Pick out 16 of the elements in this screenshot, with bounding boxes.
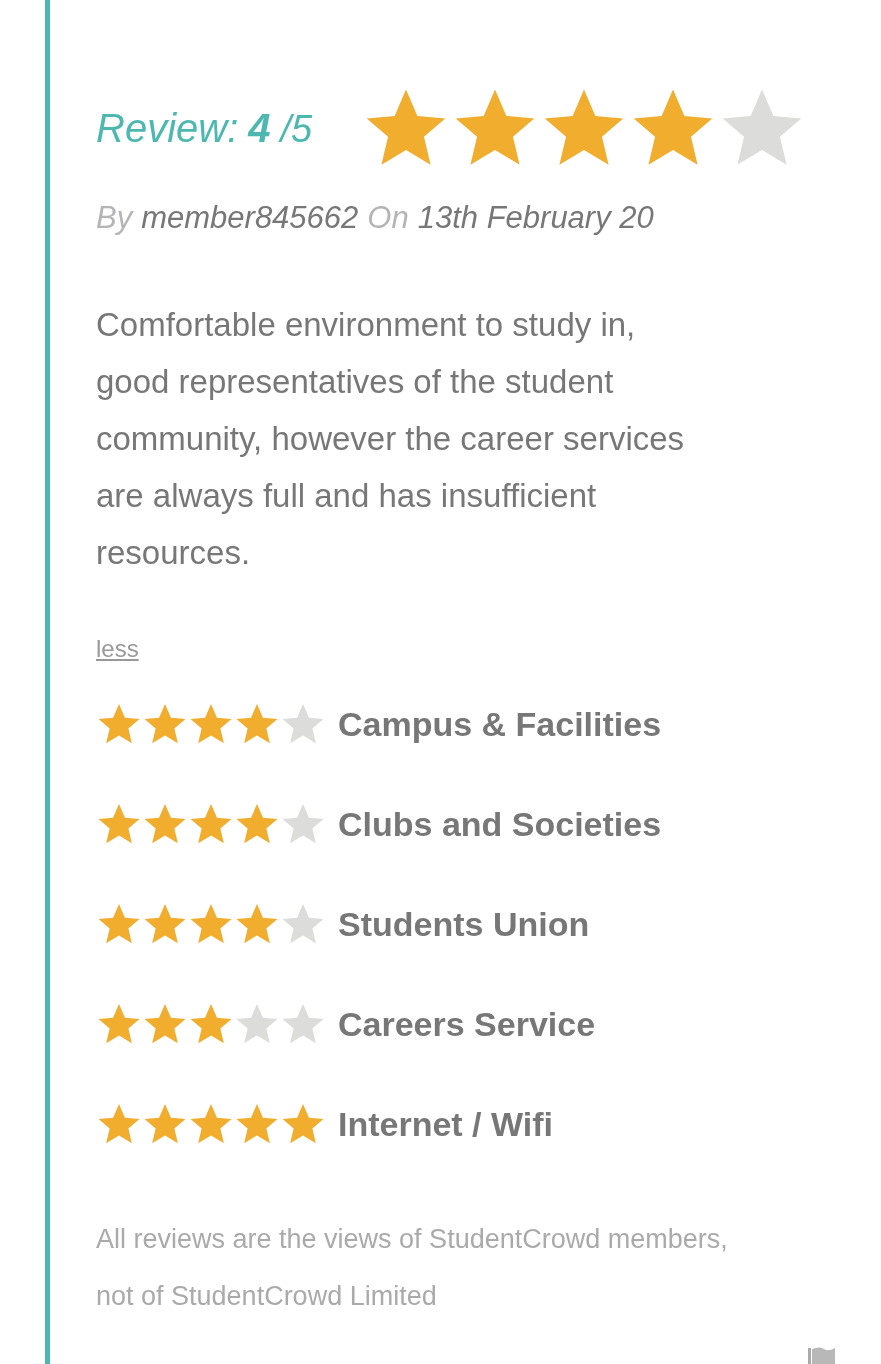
rating-category: Internet / Wifi [338,1104,554,1144]
on-label: On [367,200,409,236]
flag-icon[interactable] [808,1346,836,1364]
rating-category: Careers Service [338,1004,596,1044]
review-text: Comfortable environment to study in, good representatives of the student community, however the career services are always full and has insufficient resources. [96,305,686,573]
disclaimer: All reviews are the views of StudentCrowd members, not of StudentCrowd Limited [96,1223,729,1313]
rating-category: Students Union [338,904,590,944]
review-out-of: /5 [280,107,313,151]
rating-category: Campus & Facilities [338,704,662,744]
rating-category: Clubs and Societies [338,804,662,844]
review-label: Review: [96,105,239,151]
by-label: By [96,200,133,236]
review-score: 4 [248,105,271,151]
author-name: member845662 [141,200,359,236]
less-link[interactable]: less [96,635,139,663]
review-date: 13th February 20 [417,200,654,236]
